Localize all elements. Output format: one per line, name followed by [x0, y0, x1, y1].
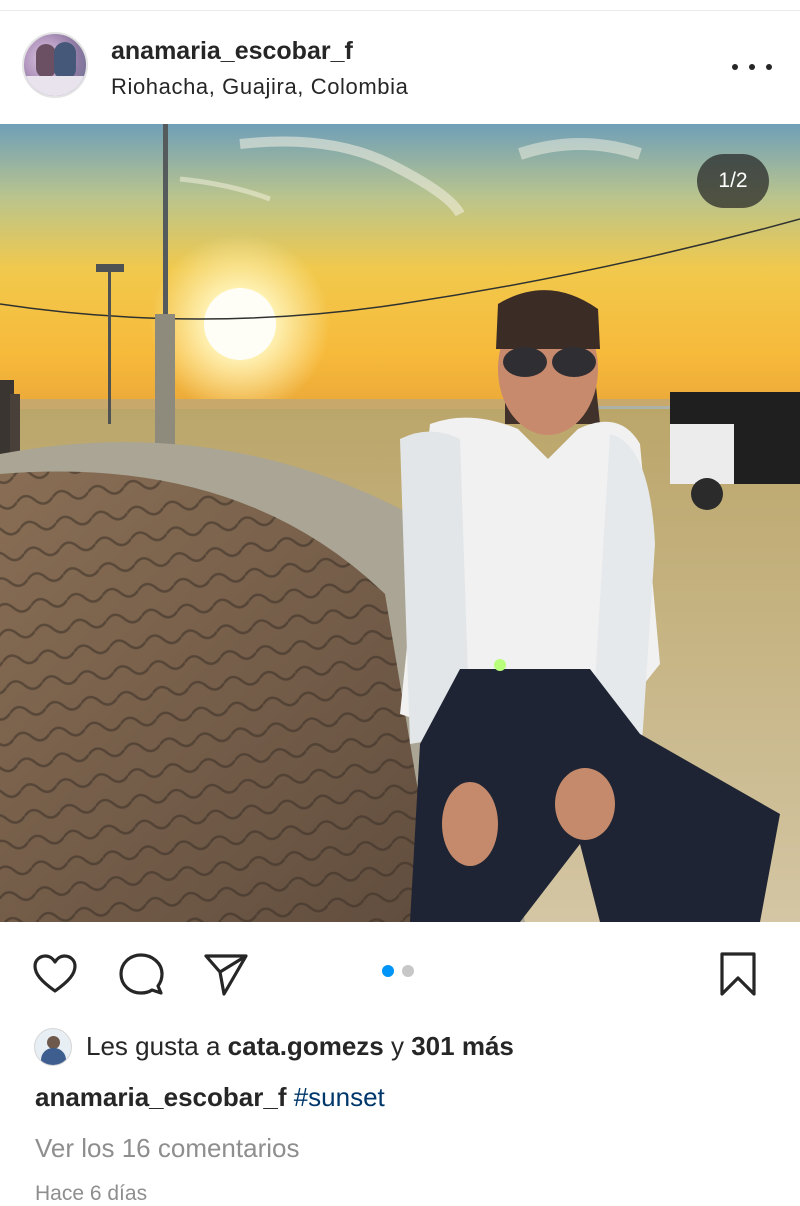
more-horizontal-icon [766, 64, 772, 70]
profile-avatar[interactable] [22, 32, 88, 98]
post-location[interactable]: Riohacha, Guajira, Colombia [111, 74, 408, 100]
post-timestamp: Hace 6 días [35, 1182, 148, 1205]
carousel-indicator [382, 964, 422, 978]
send-icon[interactable] [202, 950, 250, 998]
post-username[interactable]: anamaria_escobar_f [111, 37, 353, 66]
likes-connector: y [390, 1031, 404, 1061]
bookmark-icon[interactable] [714, 950, 762, 998]
caption-username[interactable]: anamaria_escobar_f [35, 1082, 286, 1112]
carousel-dot [402, 965, 414, 977]
top-divider [0, 0, 800, 11]
comment-icon[interactable] [117, 950, 165, 998]
post-actions [0, 922, 800, 1022]
sunset-photo [0, 124, 800, 922]
view-comments-link[interactable]: Ver los 16 comentarios [35, 1133, 299, 1164]
avatar-figure [54, 42, 76, 80]
liker-avatar[interactable] [34, 1028, 72, 1066]
post-caption: anamaria_escobar_f #sunset [35, 1082, 385, 1113]
post-image[interactable]: 1/2 [0, 124, 800, 922]
post-header: anamaria_escobar_f Riohacha, Guajira, Co… [0, 11, 800, 123]
image-counter: 1/2 [697, 154, 769, 208]
likes-text: Les gusta a cata.gomezs y 301 más [86, 1031, 514, 1062]
avatar-figure [36, 44, 56, 78]
more-horizontal-icon [749, 64, 755, 70]
avatar-ground [24, 76, 86, 96]
caption-hashtag[interactable]: #sunset [294, 1082, 385, 1112]
likes-row: Les gusta a cata.gomezs y 301 más [0, 1022, 800, 1074]
likes-count[interactable]: 301 más [411, 1031, 514, 1061]
likes-prefix: Les gusta a [86, 1031, 221, 1061]
more-horizontal-icon [732, 64, 738, 70]
more-options-button[interactable] [732, 55, 772, 79]
heart-icon[interactable] [31, 950, 79, 998]
avatar-body [41, 1048, 66, 1065]
liker-username[interactable]: cata.gomezs [228, 1031, 384, 1061]
carousel-dot-active [382, 965, 394, 977]
instagram-post: anamaria_escobar_f Riohacha, Guajira, Co… [0, 0, 800, 1206]
